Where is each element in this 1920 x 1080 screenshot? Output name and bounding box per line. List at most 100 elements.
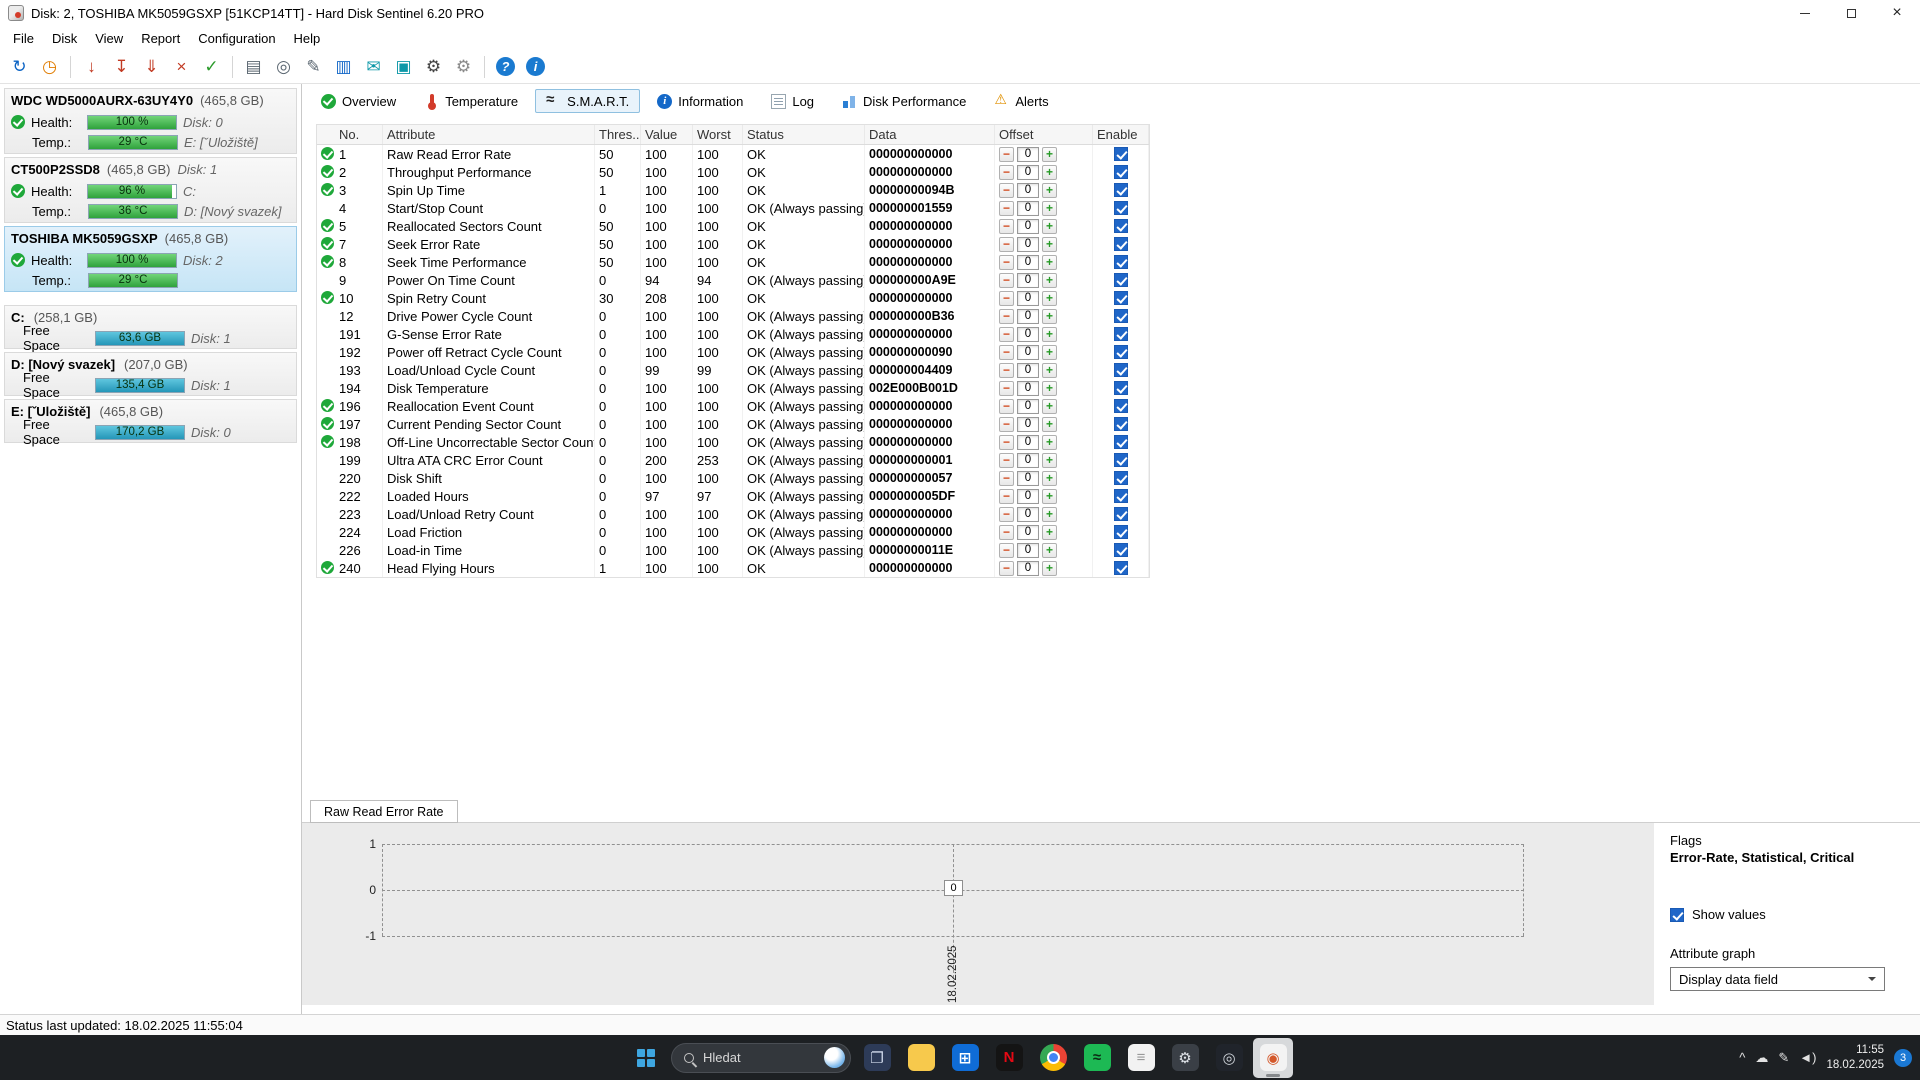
offset-decrease-button[interactable]: −	[999, 273, 1014, 288]
remove-disk-icon[interactable]: ×	[168, 53, 195, 80]
offset-field[interactable]: 0	[1017, 147, 1039, 162]
offset-decrease-button[interactable]: −	[999, 381, 1014, 396]
offset-field[interactable]: 0	[1017, 489, 1039, 504]
smart-row[interactable]: 191 G-Sense Error Rate 0 100 100 OK (Alw…	[317, 325, 1149, 343]
toolbar-separator[interactable]	[480, 55, 489, 79]
offset-increase-button[interactable]: +	[1042, 309, 1057, 324]
enable-checkbox[interactable]	[1114, 489, 1128, 503]
offset-increase-button[interactable]: +	[1042, 345, 1057, 360]
offset-increase-button[interactable]: +	[1042, 273, 1057, 288]
enable-checkbox[interactable]	[1114, 237, 1128, 251]
enable-checkbox[interactable]	[1114, 507, 1128, 521]
notification-badge[interactable]: 3	[1894, 1049, 1912, 1067]
quick-report-icon[interactable]: ↓	[78, 53, 105, 80]
tab-log[interactable]: Log	[760, 89, 825, 113]
offset-increase-button[interactable]: +	[1042, 165, 1057, 180]
offset-decrease-button[interactable]: −	[999, 399, 1014, 414]
disk-item[interactable]: WDC WD5000AURX-63UY4Y0 (465,8 GB) Health…	[4, 88, 297, 154]
enable-checkbox[interactable]	[1114, 381, 1128, 395]
start-button[interactable]	[627, 1039, 665, 1077]
close-button[interactable]: ×	[1874, 0, 1920, 26]
enable-checkbox[interactable]	[1114, 363, 1128, 377]
offset-increase-button[interactable]: +	[1042, 507, 1057, 522]
enable-checkbox[interactable]	[1114, 453, 1128, 467]
offset-field[interactable]: 0	[1017, 327, 1039, 342]
taskbar-app-chrome[interactable]	[1033, 1038, 1073, 1078]
settings-icon[interactable]: ⚙	[420, 53, 447, 80]
smart-row[interactable]: 7 Seek Error Rate 50 100 100 OK 00000000…	[317, 235, 1149, 253]
offset-increase-button[interactable]: +	[1042, 183, 1057, 198]
enable-checkbox[interactable]	[1114, 561, 1128, 575]
smart-row[interactable]: 199 Ultra ATA CRC Error Count 0 200 253 …	[317, 451, 1149, 469]
toolbar-separator[interactable]	[228, 55, 237, 79]
send-mail-icon[interactable]: ✉	[360, 53, 387, 80]
menu-disk[interactable]: Disk	[43, 28, 86, 49]
offset-field[interactable]: 0	[1017, 219, 1039, 234]
offset-increase-button[interactable]: +	[1042, 291, 1057, 306]
smart-row[interactable]: 196 Reallocation Event Count 0 100 100 O…	[317, 397, 1149, 415]
offset-decrease-button[interactable]: −	[999, 435, 1014, 450]
offset-increase-button[interactable]: +	[1042, 543, 1057, 558]
taskbar-app-notes[interactable]: ≡	[1121, 1038, 1161, 1078]
offset-decrease-button[interactable]: −	[999, 309, 1014, 324]
offset-increase-button[interactable]: +	[1042, 237, 1057, 252]
refresh-icon[interactable]: ↻	[6, 53, 33, 80]
offset-decrease-button[interactable]: −	[999, 291, 1014, 306]
enable-checkbox[interactable]	[1114, 291, 1128, 305]
offset-field[interactable]: 0	[1017, 543, 1039, 558]
offset-decrease-button[interactable]: −	[999, 147, 1014, 162]
partition-item[interactable]: C: (258,1 GB) Free Space 63,6 GB Disk: 1	[4, 305, 297, 349]
offset-increase-button[interactable]: +	[1042, 255, 1057, 270]
print-icon[interactable]: ▤	[240, 53, 267, 80]
enable-checkbox[interactable]	[1114, 255, 1128, 269]
enable-checkbox[interactable]	[1114, 273, 1128, 287]
offset-decrease-button[interactable]: −	[999, 165, 1014, 180]
offset-field[interactable]: 0	[1017, 309, 1039, 324]
smart-row[interactable]: 12 Drive Power Cycle Count 0 100 100 OK …	[317, 307, 1149, 325]
offset-field[interactable]: 0	[1017, 435, 1039, 450]
smart-row[interactable]: 10 Spin Retry Count 30 208 100 OK 000000…	[317, 289, 1149, 307]
rescan-disk-icon[interactable]: ◷	[36, 53, 63, 80]
taskbar-app-settings[interactable]: ⚙	[1165, 1038, 1205, 1078]
taskbar-app-obs[interactable]: ◎	[1209, 1038, 1249, 1078]
offset-decrease-button[interactable]: −	[999, 489, 1014, 504]
offset-field[interactable]: 0	[1017, 291, 1039, 306]
offset-decrease-button[interactable]: −	[999, 471, 1014, 486]
smart-row[interactable]: 224 Load Friction 0 100 100 OK (Always p…	[317, 523, 1149, 541]
maximize-button[interactable]	[1828, 0, 1874, 26]
offset-decrease-button[interactable]: −	[999, 507, 1014, 522]
menu-view[interactable]: View	[86, 28, 132, 49]
tray-volume-icon[interactable]: ◄)	[1799, 1050, 1816, 1065]
offset-decrease-button[interactable]: −	[999, 525, 1014, 540]
offset-field[interactable]: 0	[1017, 201, 1039, 216]
offset-field[interactable]: 0	[1017, 507, 1039, 522]
smart-row[interactable]: 220 Disk Shift 0 100 100 OK (Always pass…	[317, 469, 1149, 487]
taskbar-app-explorer[interactable]	[901, 1038, 941, 1078]
offset-decrease-button[interactable]: −	[999, 417, 1014, 432]
offset-increase-button[interactable]: +	[1042, 327, 1057, 342]
offset-decrease-button[interactable]: −	[999, 201, 1014, 216]
tab-alerts[interactable]: Alerts	[983, 89, 1059, 113]
smart-row[interactable]: 9 Power On Time Count 0 94 94 OK (Always…	[317, 271, 1149, 289]
toolbar-separator[interactable]	[66, 55, 75, 79]
partition-item[interactable]: D: [Nový svazek] (207,0 GB) Free Space 1…	[4, 352, 297, 396]
offset-increase-button[interactable]: +	[1042, 453, 1057, 468]
offset-field[interactable]: 0	[1017, 471, 1039, 486]
enable-checkbox[interactable]	[1114, 309, 1128, 323]
offset-decrease-button[interactable]: −	[999, 453, 1014, 468]
offset-field[interactable]: 0	[1017, 237, 1039, 252]
enable-checkbox[interactable]	[1114, 327, 1128, 341]
enable-checkbox[interactable]	[1114, 417, 1128, 431]
help-icon[interactable]: ?	[492, 53, 519, 80]
taskbar-app-netflix[interactable]: N	[989, 1038, 1029, 1078]
accept-disk-icon[interactable]: ✓	[198, 53, 225, 80]
taskbar-app-store[interactable]: ⊞	[945, 1038, 985, 1078]
offset-increase-button[interactable]: +	[1042, 201, 1057, 216]
enable-checkbox[interactable]	[1114, 147, 1128, 161]
enable-checkbox[interactable]	[1114, 183, 1128, 197]
menu-help[interactable]: Help	[285, 28, 330, 49]
offset-increase-button[interactable]: +	[1042, 525, 1057, 540]
info-icon[interactable]: i	[522, 53, 549, 80]
tab-overview[interactable]: Overview	[310, 89, 407, 113]
tray-cloud-icon[interactable]: ☁	[1755, 1050, 1768, 1066]
